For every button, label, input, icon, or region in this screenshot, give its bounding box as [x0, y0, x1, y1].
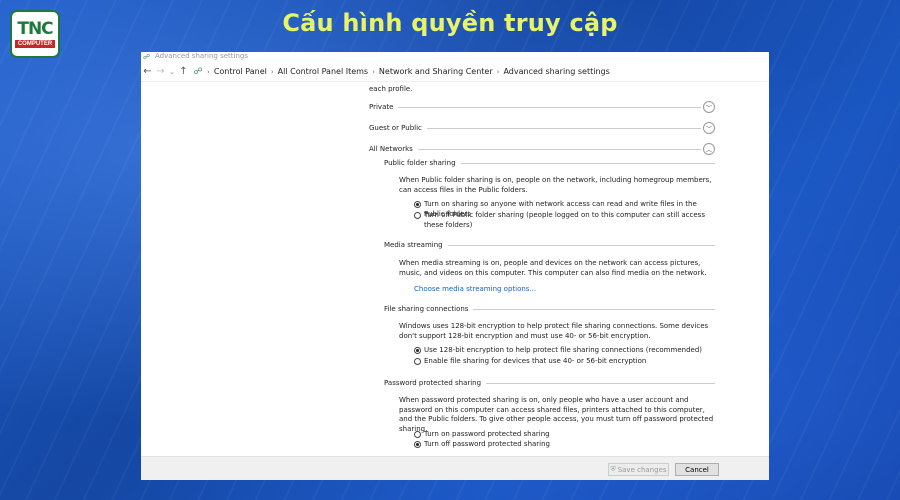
back-arrow-icon[interactable]: ←	[141, 66, 154, 77]
option-label: Turn on password protected sharing	[424, 430, 550, 438]
network-icon: ☍	[143, 53, 151, 61]
radio-button[interactable]	[414, 431, 421, 438]
password-on-option[interactable]: Turn on password protected sharing	[414, 430, 714, 440]
radio-button-selected[interactable]	[414, 441, 421, 448]
radio-button-selected[interactable]	[414, 201, 421, 208]
section-media-streaming: Media streaming	[384, 240, 715, 250]
address-bar: ← → ⌄ ↑ ☍ › Control Panel › All Control …	[141, 62, 769, 82]
profile-guest[interactable]: Guest or Public ﹀	[369, 121, 715, 135]
section-file-sharing: File sharing connections	[384, 304, 715, 314]
section-title: Media streaming	[384, 241, 443, 249]
divider	[447, 244, 715, 246]
profile-private-label: Private	[369, 103, 394, 111]
divider	[486, 382, 715, 384]
file-sharing-description: Windows uses 128-bit encryption to help …	[399, 322, 709, 340]
window-titlebar: ☍ Advanced sharing settings	[141, 52, 769, 62]
save-changes-button[interactable]: ⛨ Save changes	[608, 463, 669, 476]
expand-chevron-icon[interactable]: ﹀	[703, 101, 715, 113]
password-off-option[interactable]: Turn off password protected sharing	[414, 440, 714, 450]
option-label: Use 128-bit encryption to help protect f…	[424, 346, 702, 354]
profile-all-networks-label: All Networks	[369, 145, 413, 153]
breadcrumb-all-items[interactable]: All Control Panel Items	[275, 67, 371, 76]
profile-all-networks[interactable]: All Networks ︿	[369, 142, 715, 156]
dialog-footer: ⛨ Save changes Cancel	[141, 456, 769, 480]
encryption-40-option[interactable]: Enable file sharing for devices that use…	[414, 357, 714, 367]
expand-chevron-icon[interactable]: ﹀	[703, 122, 715, 134]
radio-button-selected[interactable]	[414, 347, 421, 354]
option-label: Turn off password protected sharing	[424, 440, 550, 448]
divider	[426, 127, 701, 129]
profile-private[interactable]: Private ﹀	[369, 100, 715, 114]
option-label: Enable file sharing for devices that use…	[424, 357, 647, 365]
section-public-folder: Public folder sharing	[384, 158, 715, 168]
password-sharing-description: When password protected sharing is on, o…	[399, 396, 714, 433]
window-title: Advanced sharing settings	[155, 52, 249, 60]
up-arrow-icon[interactable]: ↑	[177, 66, 190, 77]
media-streaming-description: When media streaming is on, people and d…	[399, 259, 707, 277]
forward-arrow-icon[interactable]: →	[154, 66, 167, 77]
media-streaming-options-link[interactable]: Choose media streaming options...	[414, 285, 536, 293]
recent-dropdown-icon[interactable]: ⌄	[167, 68, 177, 76]
banner-headline: Cấu hình quyền truy cập	[282, 9, 618, 37]
cancel-label: Cancel	[685, 465, 709, 474]
save-changes-label: Save changes	[617, 465, 667, 474]
divider	[460, 162, 715, 164]
breadcrumb-advanced-sharing[interactable]: Advanced sharing settings	[500, 67, 612, 76]
public-folder-off-option[interactable]: Turn off Public folder sharing (people l…	[414, 211, 714, 230]
admin-shield-icon: ⛨	[610, 465, 616, 473]
divider	[417, 148, 701, 150]
breadcrumb-network-center[interactable]: Network and Sharing Center	[376, 67, 496, 76]
option-label: Turn off Public folder sharing (people l…	[424, 211, 705, 229]
radio-button[interactable]	[414, 212, 421, 219]
advanced-sharing-window: ☍ Advanced sharing settings ← → ⌄ ↑ ☍ › …	[141, 52, 769, 480]
radio-button[interactable]	[414, 358, 421, 365]
cancel-button[interactable]: Cancel	[675, 463, 719, 476]
public-folder-description: When Public folder sharing is on, people…	[399, 176, 712, 194]
breadcrumb-control-panel[interactable]: Control Panel	[211, 67, 270, 76]
section-title: Password protected sharing	[384, 379, 482, 387]
section-password-sharing: Password protected sharing	[384, 378, 715, 388]
profile-guest-label: Guest or Public	[369, 124, 422, 132]
collapse-chevron-icon[interactable]: ︿	[703, 143, 715, 155]
section-title: Public folder sharing	[384, 159, 456, 167]
intro-text: each profile.	[369, 85, 413, 93]
section-title: File sharing connections	[384, 305, 469, 313]
divider	[473, 308, 715, 310]
encryption-128-option[interactable]: Use 128-bit encryption to help protect f…	[414, 346, 714, 356]
control-panel-icon: ☍	[193, 66, 203, 77]
logo-sub: COMPUTER	[14, 40, 56, 48]
divider	[398, 106, 701, 108]
